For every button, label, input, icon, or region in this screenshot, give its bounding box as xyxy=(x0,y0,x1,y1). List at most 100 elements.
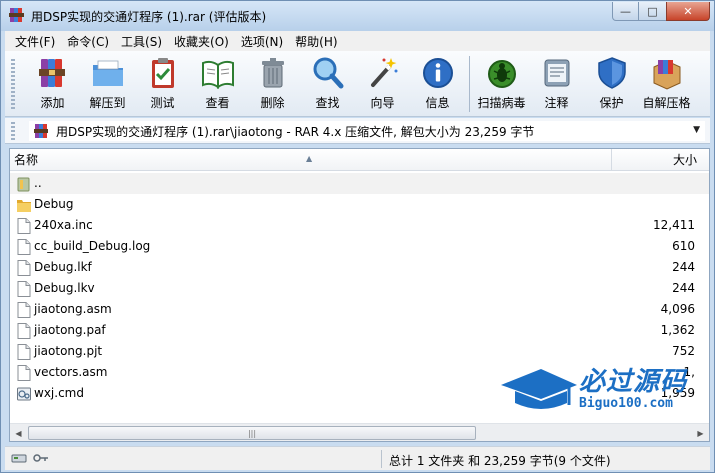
file-icon xyxy=(17,365,31,381)
winrar-window: 用DSP实现的交通灯程序 (1).rar (评估版本) — □ ✕ 文件(F) … xyxy=(0,0,715,473)
view-button[interactable]: 查看 xyxy=(190,51,245,117)
drive-icon[interactable] xyxy=(11,451,27,465)
list-item[interactable]: Debug.lkf 244 xyxy=(10,257,709,278)
comment-icon xyxy=(544,59,569,87)
graduation-cap-icon xyxy=(501,369,577,409)
extract-folder-icon xyxy=(92,60,123,86)
list-item[interactable]: jiaotong.pjt 752 xyxy=(10,341,709,362)
column-header-size[interactable]: 大小 xyxy=(613,149,709,171)
list-item[interactable]: 240xa.inc 12,411 xyxy=(10,215,709,236)
status-bar: 总计 1 文件夹 和 23,259 字节(9 个文件) xyxy=(5,446,710,470)
menu-file[interactable]: 文件(F) xyxy=(9,33,61,50)
close-button[interactable]: ✕ xyxy=(666,2,710,21)
scroll-left-icon[interactable]: ◀ xyxy=(10,425,27,441)
info-button[interactable]: 信息 xyxy=(410,51,465,117)
winrar-app-icon xyxy=(9,8,24,22)
file-icon xyxy=(17,323,31,339)
add-label: 添加 xyxy=(40,96,65,110)
list-item[interactable]: Debug.lkv 244 xyxy=(10,278,709,299)
add-button[interactable]: 添加 xyxy=(25,51,80,117)
maximize-button[interactable]: □ xyxy=(639,2,666,21)
list-item[interactable]: jiaotong.asm 4,096 xyxy=(10,299,709,320)
cmd-file-icon xyxy=(17,387,31,401)
sfx-box-icon xyxy=(653,60,680,90)
find-button[interactable]: 查找 xyxy=(300,51,355,117)
menu-favorites[interactable]: 收藏夹(O) xyxy=(168,33,235,50)
test-button[interactable]: 测试 xyxy=(135,51,190,117)
protect-button[interactable]: 保护 xyxy=(584,51,639,117)
protect-label: 保护 xyxy=(599,96,624,110)
extract-to-label: 解压到 xyxy=(89,96,126,110)
column-name-label: 名称 xyxy=(14,153,39,167)
list-item[interactable]: jiaotong.paf 1,362 xyxy=(10,320,709,341)
scrollbar-thumb[interactable]: ||| xyxy=(28,426,476,440)
file-size: 244 xyxy=(672,260,695,274)
title-bar[interactable]: 用DSP实现的交通灯程序 (1).rar (评估版本) — □ ✕ xyxy=(1,1,714,31)
toolbar: 添加 解压到 测试 查看 删除 查找 向导 信息 扫描病毒 注释 保护 自解压格 xyxy=(5,51,710,117)
file-name: Debug.lkf xyxy=(34,260,92,274)
delete-button[interactable]: 删除 xyxy=(245,51,300,117)
delete-label: 删除 xyxy=(260,96,285,110)
menu-bar: 文件(F) 命令(C) 工具(S) 收藏夹(O) 选项(N) 帮助(H) xyxy=(5,31,710,51)
menu-options[interactable]: 选项(N) xyxy=(235,33,289,50)
view-label: 查看 xyxy=(205,96,230,110)
file-name: .. xyxy=(34,176,42,190)
find-label: 查找 xyxy=(315,96,340,110)
bug-icon xyxy=(487,60,516,88)
status-summary: 总计 1 文件夹 和 23,259 字节(9 个文件) xyxy=(389,454,611,468)
file-size: 1,362 xyxy=(660,323,695,337)
watermark-url: Biguo100.com xyxy=(579,396,673,411)
file-name: cc_build_Debug.log xyxy=(34,239,151,253)
file-icon xyxy=(17,344,31,360)
extract-to-button[interactable]: 解压到 xyxy=(80,51,135,117)
address-grip[interactable] xyxy=(11,122,15,140)
wizard-button[interactable]: 向导 xyxy=(355,51,410,117)
comment-button[interactable]: 注释 xyxy=(529,51,584,117)
horizontal-scrollbar[interactable]: ◀ ||| ▶ xyxy=(10,423,709,441)
file-icon xyxy=(17,218,31,234)
list-item[interactable]: Debug xyxy=(10,194,709,215)
key-icon[interactable] xyxy=(33,451,49,465)
file-icon xyxy=(17,302,31,318)
test-label: 测试 xyxy=(150,96,175,110)
minimize-button[interactable]: — xyxy=(612,2,639,21)
menu-commands[interactable]: 命令(C) xyxy=(61,33,115,50)
scroll-right-icon[interactable]: ▶ xyxy=(692,425,709,441)
shield-icon xyxy=(597,57,626,89)
column-header-name[interactable]: 名称 ▲ xyxy=(10,149,612,171)
sfx-label: 自解压格 xyxy=(642,96,691,110)
address-dropdown-icon[interactable]: ▼ xyxy=(693,125,700,135)
comment-label: 注释 xyxy=(544,96,569,110)
file-icon xyxy=(17,281,31,297)
folder-up-icon xyxy=(17,177,30,192)
address-bar: 用DSP实现的交通灯程序 (1).rar\jiaotong - RAR 4.x … xyxy=(5,118,710,144)
status-icons xyxy=(11,451,49,465)
list-item[interactable]: cc_build_Debug.log 610 xyxy=(10,236,709,257)
add-archive-icon xyxy=(38,59,65,87)
file-name: Debug xyxy=(34,197,74,211)
file-name: jiaotong.paf xyxy=(34,323,106,337)
file-size: 244 xyxy=(672,281,695,295)
file-icon xyxy=(17,260,31,276)
magnifier-icon xyxy=(313,57,343,89)
folder-icon xyxy=(17,200,31,212)
menu-help[interactable]: 帮助(H) xyxy=(289,33,343,50)
file-name: 240xa.inc xyxy=(34,218,93,232)
sfx-button[interactable]: 自解压格 xyxy=(639,51,694,117)
menu-tools[interactable]: 工具(S) xyxy=(115,33,168,50)
file-name: vectors.asm xyxy=(34,365,108,379)
file-size: 4,096 xyxy=(660,302,695,316)
virus-scan-label: 扫描病毒 xyxy=(477,96,526,110)
address-field[interactable]: 用DSP实现的交通灯程序 (1).rar\jiaotong - RAR 4.x … xyxy=(29,121,705,141)
toolbar-grip[interactable] xyxy=(11,59,15,109)
file-size: 752 xyxy=(672,344,695,358)
file-size: 610 xyxy=(672,239,695,253)
list-header: 名称 ▲ 大小 xyxy=(10,149,709,171)
column-size-label: 大小 xyxy=(672,153,697,167)
view-book-icon xyxy=(201,60,234,89)
watermark-title: 必过源码 xyxy=(579,367,688,397)
trash-can-icon xyxy=(261,58,284,88)
virus-scan-button[interactable]: 扫描病毒 xyxy=(474,51,529,117)
list-item[interactable]: .. xyxy=(10,173,709,194)
wizard-label: 向导 xyxy=(370,96,395,110)
